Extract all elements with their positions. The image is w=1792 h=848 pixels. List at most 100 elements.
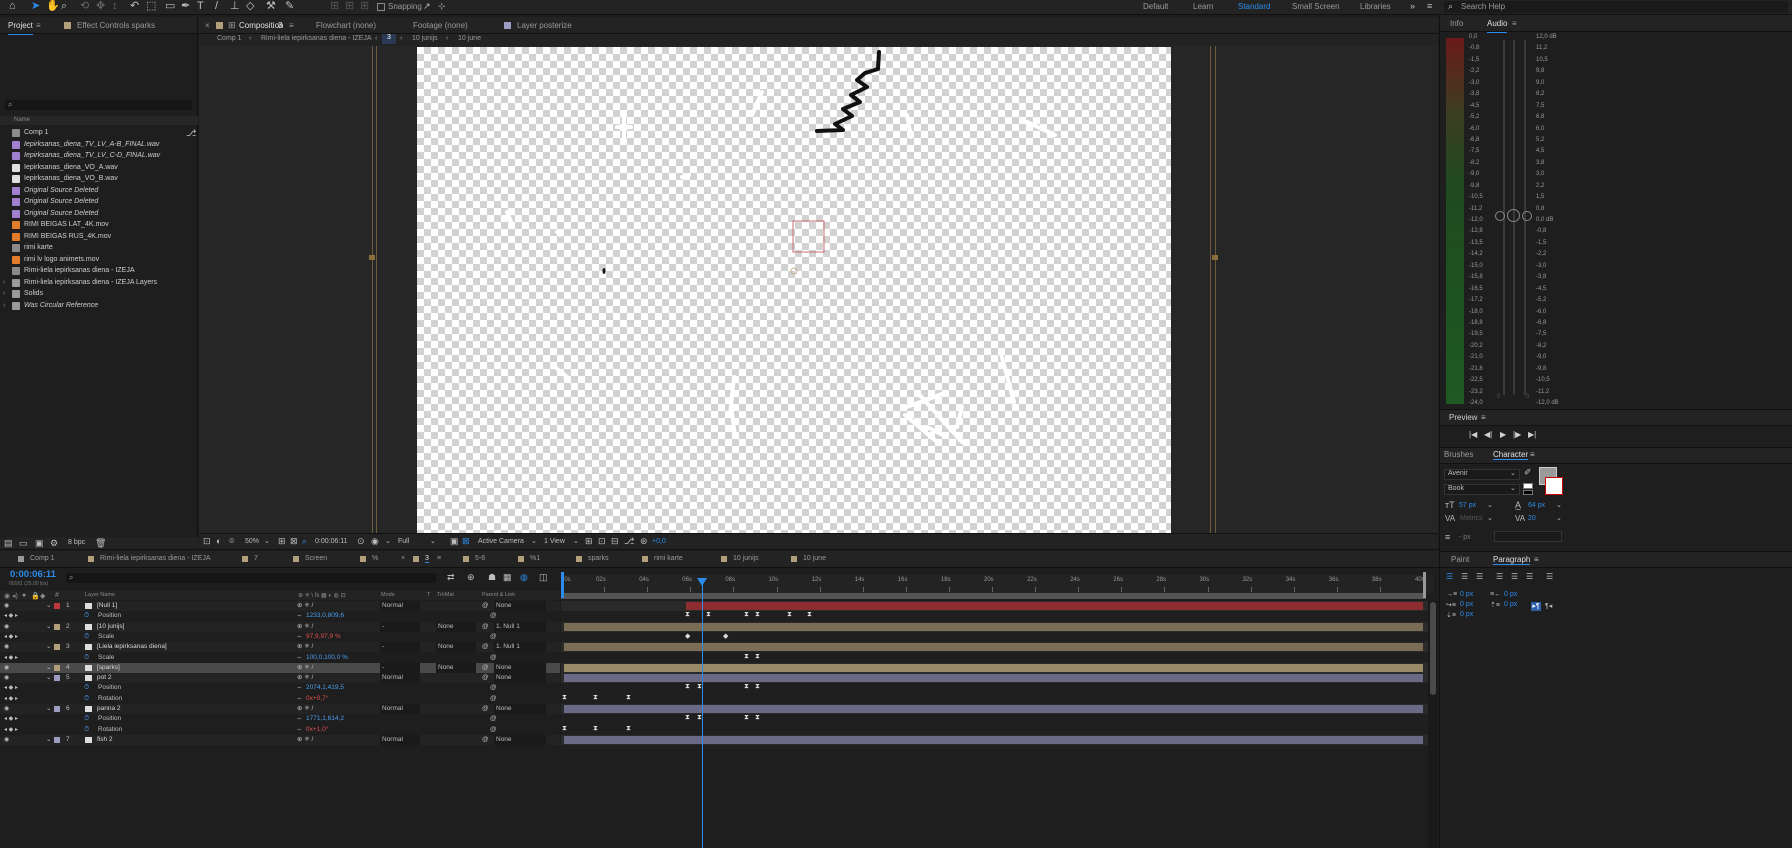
link-icon[interactable]: ⇔: [296, 725, 303, 735]
type-tool-icon[interactable]: T: [197, 1, 204, 12]
keyframe-icon[interactable]: ⧗: [562, 725, 567, 733]
puppet-tool-icon[interactable]: ✎: [285, 1, 294, 12]
tab-paint[interactable]: Paint: [1451, 555, 1469, 564]
indent-first-value[interactable]: 0 px: [1460, 601, 1473, 608]
indent-right-value[interactable]: 0 px: [1504, 591, 1517, 598]
timeline-tab[interactable]: %: [372, 555, 378, 562]
pickwhip-icon[interactable]: @: [482, 704, 489, 714]
layer-row[interactable]: ◉ ⌄ 4 [sparks] ⊕ ✳ / - None @ None: [0, 662, 560, 674]
layer-row[interactable]: ◉ ⌄ 3 [Liela iepirksanas diena] ⊕ ✳ / - None @1…: [0, 642, 560, 653]
align-right-icon[interactable]: ☰: [1476, 572, 1483, 581]
settings-icon[interactable]: ⚙: [50, 538, 58, 549]
play-icon[interactable]: ▶: [1500, 430, 1506, 439]
blend-mode-dropdown[interactable]: Normal: [380, 673, 420, 684]
tab-paragraph[interactable]: Paragraph: [1493, 555, 1531, 565]
interpret-footage-icon[interactable]: ▤: [4, 538, 13, 549]
chevron-down-icon[interactable]: ⌄: [1556, 514, 1562, 522]
stopwatch-icon[interactable]: ⏱: [84, 632, 89, 642]
zoom-tool-icon[interactable]: ⌕: [61, 1, 67, 12]
chevron-right-icon[interactable]: ›: [3, 300, 5, 312]
layer-duration-bar[interactable]: [564, 705, 1423, 713]
expression-pickwhip-icon[interactable]: @: [490, 725, 497, 735]
project-item[interactable]: RIMI BEIGAS LAT_4K.mov: [0, 219, 198, 231]
property-row[interactable]: ◂ ◆ ▸ ⏱ Rotation ⇔ 0x+1,0° @: [0, 724, 560, 735]
keyframe-icon[interactable]: ⧗: [744, 653, 749, 661]
layer-duration-bar[interactable]: [564, 622, 1423, 631]
audio-slider-right[interactable]: [1522, 211, 1532, 221]
expand-chevron-icon[interactable]: ⌄: [46, 673, 51, 683]
link-icon[interactable]: ⇔: [296, 683, 303, 693]
name-column-header[interactable]: Name: [14, 117, 30, 123]
layer-switches[interactable]: ⊕ ✳ /: [297, 622, 313, 632]
keyframe-icon[interactable]: ⧗: [787, 611, 792, 619]
close-icon[interactable]: ×: [205, 17, 210, 34]
parent-dropdown[interactable]: None: [494, 673, 546, 684]
align-left-icon[interactable]: ☰: [1446, 572, 1453, 581]
parent-dropdown[interactable]: 1. Null 1: [494, 642, 546, 653]
timeline-timecode[interactable]: 0:00:06:11: [10, 569, 56, 580]
project-item[interactable]: › Was Circular Reference: [0, 300, 198, 312]
expression-pickwhip-icon[interactable]: @: [490, 632, 497, 642]
layer-switches[interactable]: ⊕ ✳ /: [297, 735, 313, 745]
property-row[interactable]: ◂ ◆ ▸ ⏱ Position ⇔ 2074,1,419,5 @: [0, 683, 560, 694]
layer-label-color[interactable]: [54, 623, 60, 630]
menu-icon[interactable]: ≡: [1427, 1, 1432, 12]
comp-mini-flowchart-icon[interactable]: ⇄: [447, 572, 455, 583]
track-row[interactable]: [561, 601, 1434, 612]
stopwatch-icon[interactable]: ⏱: [84, 714, 89, 724]
chevron-right-icon[interactable]: ›: [3, 277, 5, 289]
visibility-eye-icon[interactable]: ◉: [4, 735, 9, 745]
roto-brush-tool-icon[interactable]: ⚒: [266, 1, 276, 12]
channel-chevron-icon[interactable]: ⌄: [385, 534, 391, 549]
expression-pickwhip-icon[interactable]: @: [490, 653, 497, 663]
pickwhip-icon[interactable]: @: [482, 673, 489, 683]
parent-dropdown[interactable]: 1. Null 1: [494, 621, 546, 632]
project-item[interactable]: Iepirksanas_diena_TV_LV_A-B_FINAL.wav: [0, 139, 198, 151]
project-item[interactable]: rimi lv logo animets.mov: [0, 254, 198, 266]
region-of-interest-icon[interactable]: ⊠: [290, 534, 298, 549]
keyframe-icon[interactable]: ⧗: [593, 725, 598, 733]
eraser-tool-icon[interactable]: ◇: [246, 1, 254, 12]
stroke-width-value[interactable]: - px: [1459, 534, 1471, 541]
justify-last-right-icon[interactable]: ☰: [1526, 572, 1533, 581]
black-swatch[interactable]: [1523, 490, 1533, 495]
keyframe-icon[interactable]: ⧗: [593, 694, 598, 702]
rotate-tool-icon[interactable]: ↶: [130, 1, 139, 12]
project-item[interactable]: rimi karte: [0, 242, 198, 254]
timeline-tab[interactable]: 5-6: [475, 555, 485, 562]
pickwhip-icon[interactable]: @: [482, 663, 489, 673]
layer-duration-bar[interactable]: [564, 643, 1423, 652]
project-item[interactable]: Rimi-liela iepirksanas diena - IZEJA: [0, 265, 198, 277]
selection-tool-icon[interactable]: ➤: [31, 1, 40, 12]
keyframe-navigator[interactable]: ◂ ◆ ▸: [4, 632, 18, 642]
layer-label-color[interactable]: [54, 603, 60, 609]
close-icon[interactable]: ×: [401, 555, 405, 562]
keyframe-navigator[interactable]: ◂ ◆ ▸: [4, 683, 18, 693]
tab-brushes[interactable]: Brushes: [1444, 450, 1473, 459]
always-preview-icon[interactable]: ⊡: [203, 534, 211, 549]
ltr-direction-icon[interactable]: ▸¶: [1531, 602, 1541, 611]
camera-icon[interactable]: ⌾: [229, 534, 234, 549]
project-item[interactable]: RIMI BEIGAS RUS_4K.mov: [0, 231, 198, 243]
track-row[interactable]: [561, 662, 1434, 674]
tab-effect-controls[interactable]: Effect Controls sparks: [77, 17, 155, 34]
blend-mode-dropdown[interactable]: Normal: [380, 734, 420, 745]
indent-left-value[interactable]: 0 px: [1460, 591, 1473, 598]
visibility-eye-icon[interactable]: ◉: [4, 673, 9, 683]
blend-mode-dropdown[interactable]: -: [380, 642, 420, 653]
keyframe-navigator[interactable]: ◂ ◆ ▸: [4, 653, 18, 663]
tab-flowchart[interactable]: Flowchart (none): [316, 17, 376, 34]
parent-dropdown[interactable]: None: [494, 601, 546, 611]
frame-blending-icon[interactable]: ▦: [503, 572, 512, 583]
keyframe-icon[interactable]: ⧗: [755, 714, 760, 722]
eyedropper-icon[interactable]: ✐: [1524, 467, 1532, 478]
property-row[interactable]: ◂ ◆ ▸ ⏱ Position ⇔ 1233,0,809,6 @: [0, 611, 560, 622]
pen-tool-icon[interactable]: ✒: [181, 1, 190, 12]
keyframe-icon[interactable]: ⧗: [744, 611, 749, 619]
layer-name[interactable]: [sparks]: [97, 663, 120, 673]
snapshot-camera-icon[interactable]: ⊙: [357, 534, 365, 549]
tracking-value[interactable]: 20: [1528, 515, 1536, 522]
stopwatch-icon[interactable]: ⏱: [84, 653, 89, 663]
snap-edges-icon[interactable]: ↗: [423, 1, 431, 12]
timeline-tab[interactable]: Comp 1: [30, 555, 55, 562]
